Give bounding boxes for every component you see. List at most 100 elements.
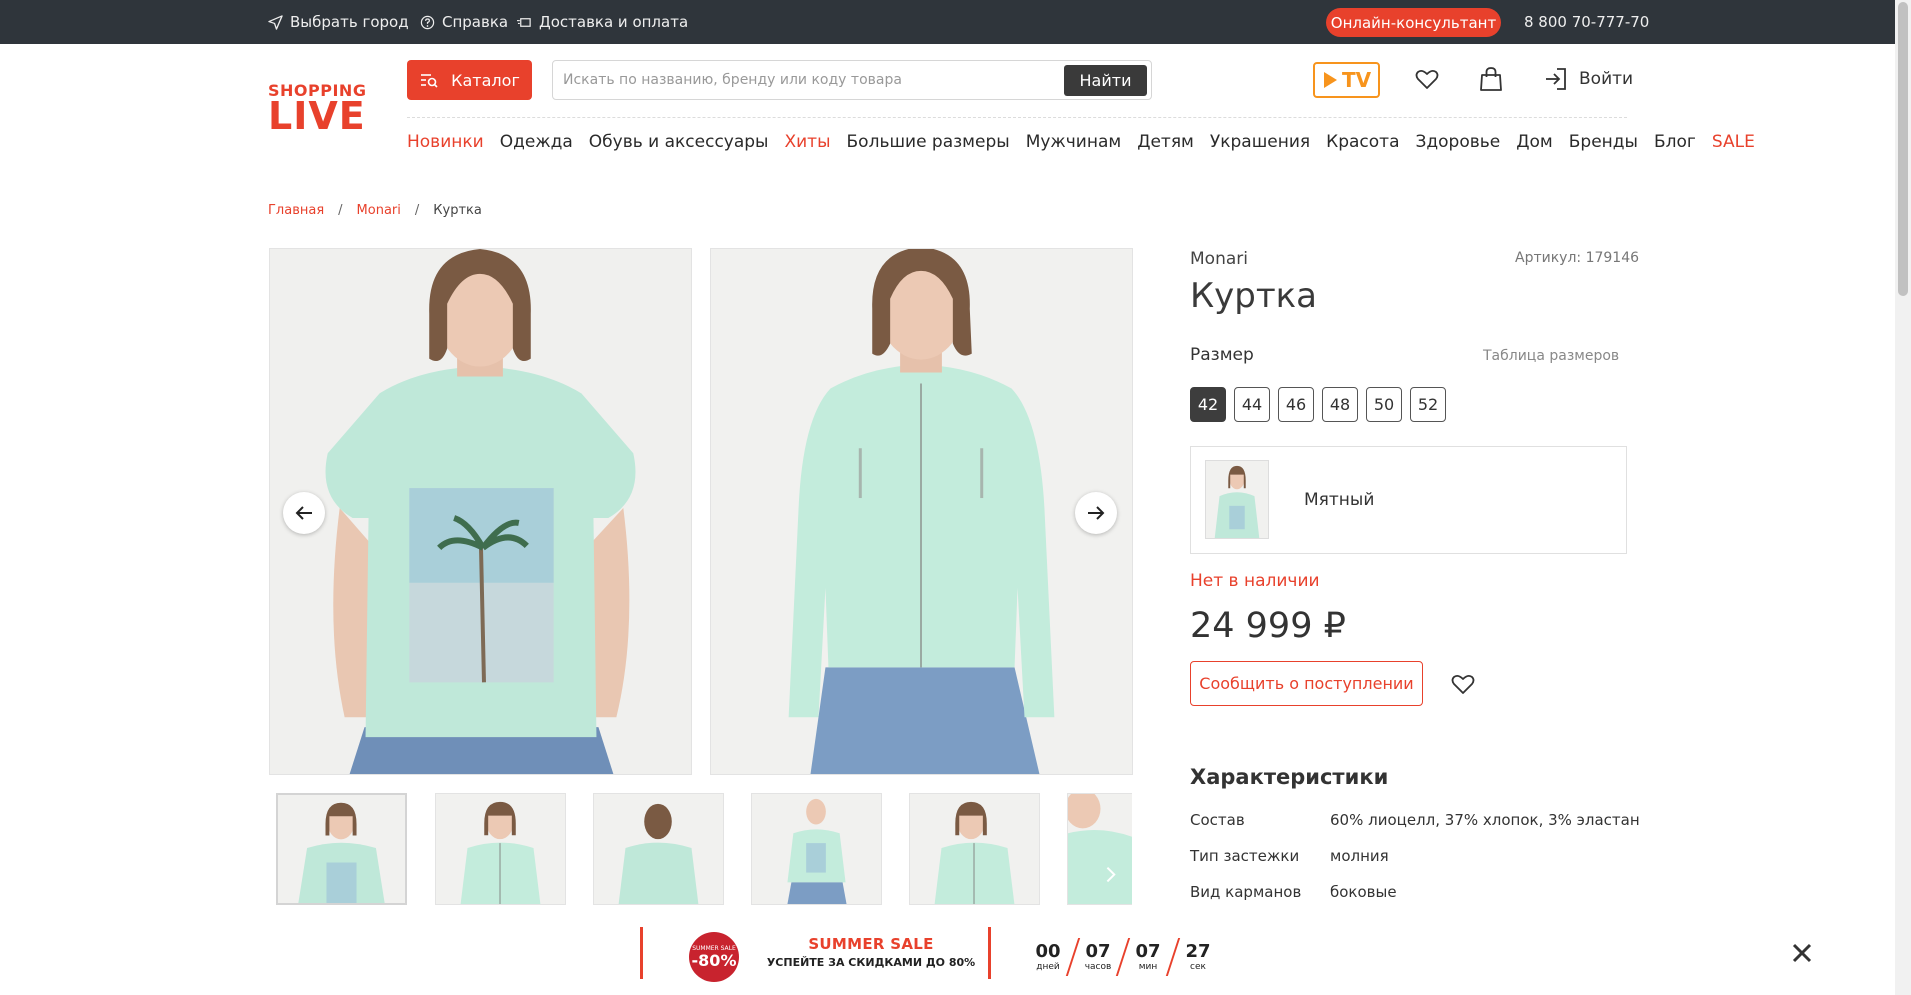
arrow-left-icon bbox=[295, 506, 312, 520]
thumbnail-image bbox=[752, 794, 881, 904]
thumbnail-image bbox=[910, 794, 1039, 904]
thumbnail[interactable] bbox=[1067, 793, 1132, 905]
promo-badge-big: -80% bbox=[691, 950, 737, 970]
search-input[interactable] bbox=[563, 69, 1043, 91]
nav-item[interactable]: SALE bbox=[1712, 132, 1755, 152]
nav-item[interactable]: Бренды bbox=[1569, 132, 1638, 152]
catalog-label: Каталог bbox=[451, 70, 520, 90]
product-sku: Артикул: 179146 bbox=[1515, 250, 1640, 266]
stock-status: Нет в наличии bbox=[1190, 571, 1320, 591]
search-button[interactable]: Найти bbox=[1064, 65, 1147, 96]
breadcrumb-brand[interactable]: Monari bbox=[357, 203, 401, 218]
login-label: Войти bbox=[1579, 69, 1634, 89]
promo-divider bbox=[988, 927, 991, 979]
nav-item[interactable]: Красота bbox=[1326, 132, 1399, 152]
thumbnail-strip bbox=[276, 793, 1132, 905]
countdown-timer: 00 дней 07 часов 07 мин 27 сек bbox=[1030, 938, 1216, 976]
size-option[interactable]: 50 bbox=[1366, 387, 1402, 422]
help-link[interactable]: Справка bbox=[420, 13, 508, 31]
timer-label: часов bbox=[1084, 962, 1112, 972]
promo-divider bbox=[640, 927, 643, 979]
size-option[interactable]: 48 bbox=[1322, 387, 1358, 422]
tv-label: TV bbox=[1341, 68, 1372, 92]
nav-item[interactable]: Новинки bbox=[407, 132, 484, 152]
thumbnail-image bbox=[1068, 794, 1132, 904]
size-option[interactable]: 42 bbox=[1190, 387, 1226, 422]
product-image bbox=[711, 249, 1132, 774]
color-option[interactable]: Мятный bbox=[1190, 446, 1627, 554]
nav-item[interactable]: Одежда bbox=[500, 132, 573, 152]
search-box: Найти bbox=[552, 60, 1152, 100]
timer-separator bbox=[1115, 938, 1131, 976]
spec-value: боковые bbox=[1330, 883, 1397, 901]
nav-item[interactable]: Мужчинам bbox=[1026, 132, 1122, 152]
size-option[interactable]: 46 bbox=[1278, 387, 1314, 422]
city-selector[interactable]: Выбрать город bbox=[268, 13, 409, 31]
nav-item[interactable]: Обувь и аксессуары bbox=[589, 132, 769, 152]
breadcrumb: Главная / Monari / Куртка bbox=[268, 203, 482, 218]
breadcrumb-current: Куртка bbox=[433, 203, 482, 218]
thumbnail[interactable] bbox=[435, 793, 566, 905]
logo-line2: LIVE bbox=[268, 94, 366, 138]
thumbnail[interactable] bbox=[751, 793, 882, 905]
notify-availability-button[interactable]: Сообщить о поступлении bbox=[1190, 661, 1423, 706]
promo-badge: SUMMER SALE -80% bbox=[689, 932, 739, 982]
nav-item[interactable]: Блог bbox=[1654, 132, 1696, 152]
product-image bbox=[270, 249, 691, 774]
timer-separator bbox=[1065, 938, 1081, 976]
nav-item[interactable]: Украшения bbox=[1210, 132, 1310, 152]
timer-number: 27 bbox=[1185, 941, 1211, 962]
favorites-heart-icon[interactable] bbox=[1414, 66, 1440, 92]
gallery-next-button[interactable] bbox=[1075, 492, 1117, 534]
site-logo[interactable]: SHOPPING LIVE bbox=[268, 82, 366, 138]
play-icon bbox=[1323, 72, 1337, 88]
spec-key: Вид карманов bbox=[1190, 883, 1302, 901]
product-photo-tshirt[interactable] bbox=[269, 248, 692, 775]
timer-number: 07 bbox=[1085, 941, 1111, 962]
login-icon bbox=[1546, 68, 1566, 90]
delivery-label: Доставка и оплата bbox=[539, 13, 689, 31]
add-to-favorites-heart-icon[interactable] bbox=[1450, 672, 1476, 696]
page-scrollbar[interactable] bbox=[1895, 0, 1911, 995]
phone-number[interactable]: 8 800 70-777-70 bbox=[1524, 13, 1649, 31]
cart-bag-icon[interactable] bbox=[1478, 66, 1504, 92]
timer-label: дней bbox=[1036, 962, 1060, 972]
specs-title: Характеристики bbox=[1190, 765, 1389, 789]
color-thumbnail bbox=[1206, 461, 1268, 538]
nav-item[interactable]: Хиты bbox=[784, 132, 830, 152]
product-brand[interactable]: Monari bbox=[1190, 249, 1248, 269]
gallery-prev-button[interactable] bbox=[283, 492, 325, 534]
size-table-link[interactable]: Таблица размеров bbox=[1483, 348, 1619, 364]
spec-key: Состав bbox=[1190, 811, 1245, 829]
delivery-icon bbox=[517, 17, 531, 27]
timer-separator bbox=[1165, 938, 1181, 976]
online-consultant-button[interactable]: Онлайн-консультант bbox=[1326, 8, 1501, 37]
nav-item[interactable]: Большие размеры bbox=[847, 132, 1010, 152]
timer-number: 00 bbox=[1035, 941, 1061, 962]
delivery-link[interactable]: Доставка и оплата bbox=[517, 13, 688, 31]
promo-subtitle: УСПЕЙТЕ ЗА СКИДКАМИ ДО 80% bbox=[766, 956, 976, 969]
scrollbar-thumb[interactable] bbox=[1898, 2, 1908, 296]
nav-item[interactable]: Дом bbox=[1516, 132, 1553, 152]
product-photo-jacket[interactable] bbox=[710, 248, 1133, 775]
tv-button[interactable]: TV bbox=[1313, 62, 1380, 98]
breadcrumb-home[interactable]: Главная bbox=[268, 203, 324, 218]
size-option[interactable]: 52 bbox=[1410, 387, 1446, 422]
help-label: Справка bbox=[442, 13, 509, 31]
location-arrow-icon bbox=[268, 14, 283, 30]
color-name: Мятный bbox=[1304, 490, 1375, 510]
login-link[interactable]: Войти bbox=[1543, 66, 1633, 92]
catalog-button[interactable]: Каталог bbox=[407, 60, 532, 100]
nav-item[interactable]: Детям bbox=[1137, 132, 1194, 152]
thumbnail[interactable] bbox=[593, 793, 724, 905]
thumbnail[interactable] bbox=[909, 793, 1040, 905]
promo-banner[interactable]: SUMMER SALE -80% SUMMER SALE УСПЕЙТЕ ЗА … bbox=[0, 905, 1895, 995]
size-label: Размер bbox=[1190, 345, 1254, 365]
thumbnail[interactable] bbox=[276, 793, 407, 905]
close-icon[interactable] bbox=[1790, 941, 1814, 965]
nav-item[interactable]: Здоровье bbox=[1416, 132, 1501, 152]
city-label: Выбрать город bbox=[290, 13, 409, 31]
main-nav: Новинки Одежда Обувь и аксессуары Хиты Больш… bbox=[407, 132, 1755, 152]
size-option[interactable]: 44 bbox=[1234, 387, 1270, 422]
question-icon bbox=[420, 15, 435, 29]
